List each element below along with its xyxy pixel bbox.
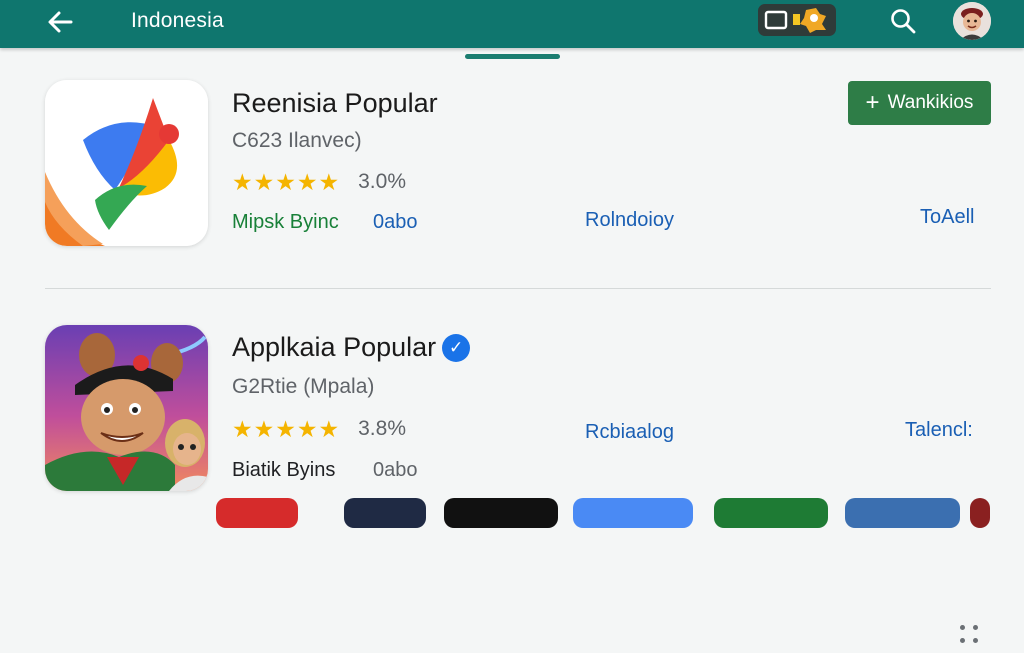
star-icon: ★: [253, 415, 275, 442]
rating-stars-1: ★ ★ ★ ★ ★ 3.0%: [232, 170, 406, 194]
app-icon-1[interactable]: [45, 80, 208, 246]
app-size-1: 0abo: [373, 211, 418, 233]
app-title-1[interactable]: Reenisia Popular: [232, 88, 438, 119]
plus-icon: +: [865, 89, 880, 116]
strip-app-icon[interactable]: [216, 498, 298, 528]
app-title-text: Applkaia Popular: [232, 332, 437, 362]
app-title-2[interactable]: Applkaia Popular ✓: [232, 332, 471, 363]
more-vert-icon: [960, 638, 965, 643]
star-icon: ★: [296, 415, 318, 442]
developer-link-2[interactable]: Biatik Byins: [232, 459, 335, 482]
developer-link-1[interactable]: Mipsk Byinc: [232, 211, 339, 234]
app-subtitle-1: C623 Ilanvec): [232, 129, 362, 152]
star-icon: ★: [232, 168, 253, 195]
rating-value-1: 3.0%: [358, 170, 406, 193]
more-vert-icon: [960, 625, 965, 630]
app-title-text: Reenisia Popular: [232, 88, 438, 118]
app-strip: [0, 498, 1024, 528]
details-link-1[interactable]: ToAell: [920, 206, 974, 229]
app-icon-2[interactable]: [45, 325, 208, 491]
app-listing-1[interactable]: Reenisia Popular C623 Ilanvec) ★ ★ ★ ★ ★…: [0, 0, 1024, 288]
install-button[interactable]: + Wankikios: [848, 81, 991, 125]
strip-app-icon[interactable]: [573, 498, 693, 528]
star-icon: ★: [318, 415, 340, 442]
strip-app-icon[interactable]: [344, 498, 426, 528]
star-icon: ★: [318, 168, 340, 195]
app-logo-icon: [45, 80, 208, 246]
details-link-2[interactable]: Talencl:: [905, 419, 973, 442]
install-button-label: Wankikios: [887, 92, 974, 113]
strip-app-icon[interactable]: [845, 498, 960, 528]
category-link-1[interactable]: Rolndoioy: [585, 209, 674, 232]
category-link-2[interactable]: Rcbiaalog: [585, 421, 674, 444]
rating-stars-2: ★ ★ ★ ★ ★ 3.8%: [232, 417, 406, 441]
more-vert-icon: [973, 625, 978, 630]
star-icon: ★: [232, 415, 253, 442]
more-vert-icon: [973, 638, 978, 643]
verified-badge-icon: ✓: [442, 333, 471, 362]
strip-app-icon[interactable]: [444, 498, 558, 528]
star-icon: ★: [253, 168, 275, 195]
app-subtitle-2: G2Rtie (Mpala): [232, 375, 375, 398]
game-character-icon: [45, 325, 208, 491]
star-icon: ★: [275, 168, 296, 195]
strip-app-icon[interactable]: [970, 498, 990, 528]
app-listing-2[interactable]: Applkaia Popular ✓ G2Rtie (Mpala) ★ ★ ★ …: [0, 289, 1024, 643]
app-size-2: 0abo: [373, 459, 418, 481]
star-icon: ★: [275, 415, 296, 442]
rating-value-2: 3.8%: [358, 417, 406, 440]
star-icon: ★: [296, 168, 318, 195]
strip-app-icon[interactable]: [714, 498, 828, 528]
more-options-button[interactable]: [955, 623, 989, 653]
